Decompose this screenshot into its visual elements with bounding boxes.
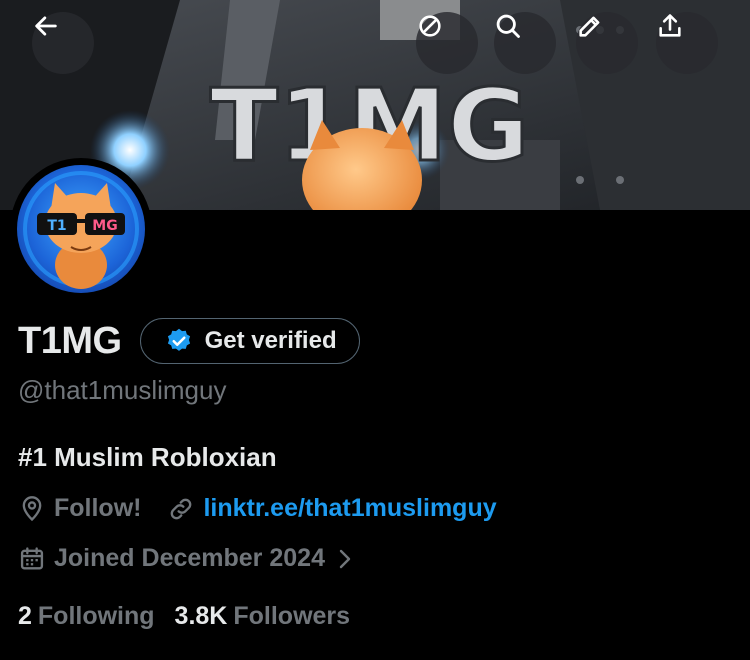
get-verified-label: Get verified [204,327,337,354]
following-stat[interactable]: 2 Following [18,602,155,631]
verified-badge-icon [167,328,190,351]
avatar-text-right: MG [92,218,117,234]
followers-label: Followers [233,602,351,630]
location-pin-icon [22,495,42,521]
following-count: 2 [18,602,32,630]
search-icon [496,14,520,38]
follow-stats: 2 Following 3.8K Followers [18,602,350,631]
followers-count: 3.8K [174,602,228,630]
location-link-row: Follow! linktr.ee/that1muslimguy [18,494,497,523]
followers-stat[interactable]: 3.8K Followers [175,602,351,631]
arrow-left-icon [35,16,57,36]
name-row: T1MG Get verified [18,318,360,364]
avatar-text-left: T1 [47,218,66,234]
avatar[interactable]: T1 MG [17,165,145,293]
chevron-right-icon [339,549,351,568]
link-icon [171,498,192,519]
share-icon [659,14,681,37]
location-text: Follow! [54,494,142,522]
calendar-icon [20,546,44,569]
website-link[interactable]: linktr.ee/that1muslimguy [203,494,496,523]
edit-button[interactable] [576,12,638,74]
following-label: Following [37,602,155,630]
search-button[interactable] [494,12,556,74]
display-name: T1MG [18,319,122,362]
get-verified-button[interactable]: Get verified [139,318,360,364]
user-handle: @that1muslimguy [18,375,227,405]
joined-row[interactable]: Joined December 2024 [18,544,355,573]
bio-text: #1 Muslim Robloxian [18,442,277,472]
joined-text: Joined December 2024 [54,544,325,572]
refresh-button[interactable] [416,12,478,74]
share-button[interactable] [656,12,718,74]
pencil-icon [579,16,600,37]
refresh-icon [419,15,441,37]
avatar-image: T1 MG [23,171,139,289]
back-button[interactable] [32,12,94,74]
